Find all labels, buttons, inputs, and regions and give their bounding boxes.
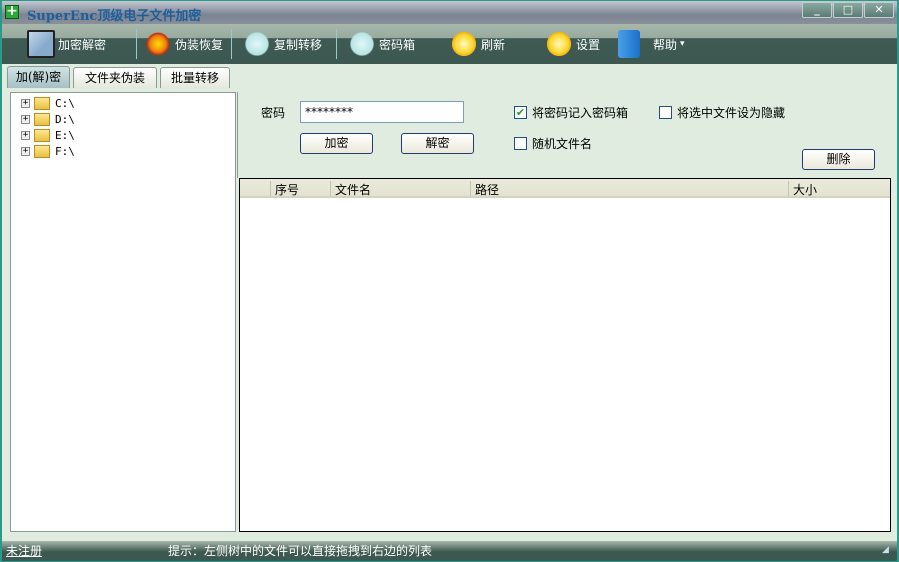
toolbar-label: 伪装恢复 — [175, 37, 224, 52]
column-path[interactable]: 路径 — [470, 181, 788, 197]
toolbar-separator — [231, 29, 232, 59]
column-index[interactable]: 序号 — [270, 181, 330, 197]
bear-icon — [243, 30, 271, 58]
toolbar-settings[interactable]: 设置 — [545, 26, 600, 62]
status-hint: 提示：左侧树中的文件可以直接拖拽到右边的列表 — [168, 544, 433, 558]
kirby-folder-icon — [27, 30, 55, 58]
save-to-box-checkbox[interactable]: ✔ 将密码记入密码箱 — [514, 104, 628, 121]
list-header: 序号 文件名 路径 大小 — [240, 179, 890, 198]
tree-node-f[interactable]: + F:\ — [21, 143, 75, 159]
status-bar: 未注册 提示：左侧树中的文件可以直接拖拽到右边的列表 ◢ — [2, 541, 897, 561]
decrypt-button[interactable]: 解密 — [401, 133, 474, 154]
close-button[interactable]: ✕ — [864, 2, 894, 18]
toolbar-label: 复制转移 — [274, 37, 323, 52]
checkmark-icon[interactable]: ✔ — [514, 106, 527, 119]
checkbox-label: 随机文件名 — [532, 137, 593, 151]
toolbar-label: 设置 — [576, 37, 601, 52]
toolbar-help[interactable]: 帮助 ▾ — [618, 26, 685, 62]
bear-icon — [348, 30, 376, 58]
main-window: + SuperEnc顶级电子文件加密 _ □ ✕ 加密解密 伪装恢复 复制转移 … — [0, 0, 899, 562]
tab-bar: 加(解)密 文件夹伪装 批量转移 — [2, 64, 897, 88]
expand-icon[interactable]: + — [21, 98, 30, 108]
drive-label: C:\ — [55, 96, 75, 110]
column-size[interactable]: 大小 — [788, 181, 888, 197]
tree-node-d[interactable]: + D:\ — [21, 111, 75, 127]
toolbar-separator — [136, 29, 137, 59]
tab-folder-disguise[interactable]: 文件夹伪装 — [73, 67, 157, 88]
settings-panel: 密码 ******** 加密 解密 ✔ 将密码记入密码箱 将选中文件设为隐藏 随机… — [237, 92, 891, 178]
folder-icon — [34, 144, 50, 158]
box-icon — [618, 30, 640, 58]
file-list[interactable]: 序号 文件名 路径 大小 — [239, 178, 891, 532]
drive-tree[interactable]: + C:\ + D:\ + E:\ + F:\ — [10, 92, 236, 532]
toolbar-label: 帮助 — [653, 37, 678, 52]
tab-encrypt[interactable]: 加(解)密 — [7, 66, 70, 88]
toolbar-label: 密码箱 — [379, 37, 416, 52]
checkbox-label: 将密码记入密码箱 — [532, 106, 629, 120]
toolbar-separator — [336, 29, 337, 59]
window-title: SuperEnc顶级电子文件加密 — [27, 9, 202, 24]
password-label: 密码 — [261, 106, 286, 120]
drive-label: D:\ — [55, 112, 75, 126]
checkbox-box[interactable] — [659, 106, 672, 119]
toolbar-label: 加密解密 — [58, 37, 107, 52]
expand-icon[interactable]: + — [21, 130, 30, 140]
toolbar-disguise-restore[interactable]: 伪装恢复 — [144, 26, 223, 62]
tree-node-c[interactable]: + C:\ — [21, 95, 75, 111]
delete-button[interactable]: 删除 — [802, 149, 875, 170]
folder-icon — [34, 112, 50, 126]
drive-label: E:\ — [55, 128, 75, 142]
expand-icon[interactable]: + — [21, 146, 30, 156]
checkbox-box[interactable] — [514, 137, 527, 150]
sun-icon — [545, 30, 573, 58]
toolbar: 加密解密 伪装恢复 复制转移 密码箱 刷新 设置 帮助 ▾ — [2, 24, 897, 64]
resize-grip-icon[interactable]: ◢ — [882, 545, 889, 555]
folder-icon — [34, 96, 50, 110]
tab-batch-move[interactable]: 批量转移 — [160, 67, 230, 88]
flower-icon — [144, 30, 172, 58]
column-filename[interactable]: 文件名 — [330, 181, 470, 197]
app-logo-icon: + — [5, 3, 19, 19]
toolbar-password-box[interactable]: 密码箱 — [348, 26, 415, 62]
hide-selected-checkbox[interactable]: 将选中文件设为隐藏 — [659, 104, 785, 121]
title-bar: + SuperEnc顶级电子文件加密 _ □ ✕ — [2, 1, 897, 24]
expand-icon[interactable]: + — [21, 114, 30, 124]
checkbox-label: 将选中文件设为隐藏 — [677, 106, 786, 120]
drive-label: F:\ — [55, 144, 75, 158]
tree-node-e[interactable]: + E:\ — [21, 127, 75, 143]
sun-icon — [450, 30, 478, 58]
encrypt-button[interactable]: 加密 — [300, 133, 373, 154]
random-name-checkbox[interactable]: 随机文件名 — [514, 135, 592, 152]
password-input[interactable]: ******** — [300, 101, 464, 123]
chevron-down-icon: ▾ — [680, 39, 685, 49]
toolbar-label: 刷新 — [481, 37, 506, 52]
register-link[interactable]: 未注册 — [6, 542, 42, 559]
toolbar-encrypt-decrypt[interactable]: 加密解密 — [27, 26, 106, 62]
minimize-button[interactable]: _ — [802, 2, 832, 18]
folder-icon — [34, 128, 50, 142]
maximize-button[interactable]: □ — [833, 2, 863, 18]
toolbar-copy-move[interactable]: 复制转移 — [243, 26, 322, 62]
toolbar-refresh[interactable]: 刷新 — [450, 26, 505, 62]
